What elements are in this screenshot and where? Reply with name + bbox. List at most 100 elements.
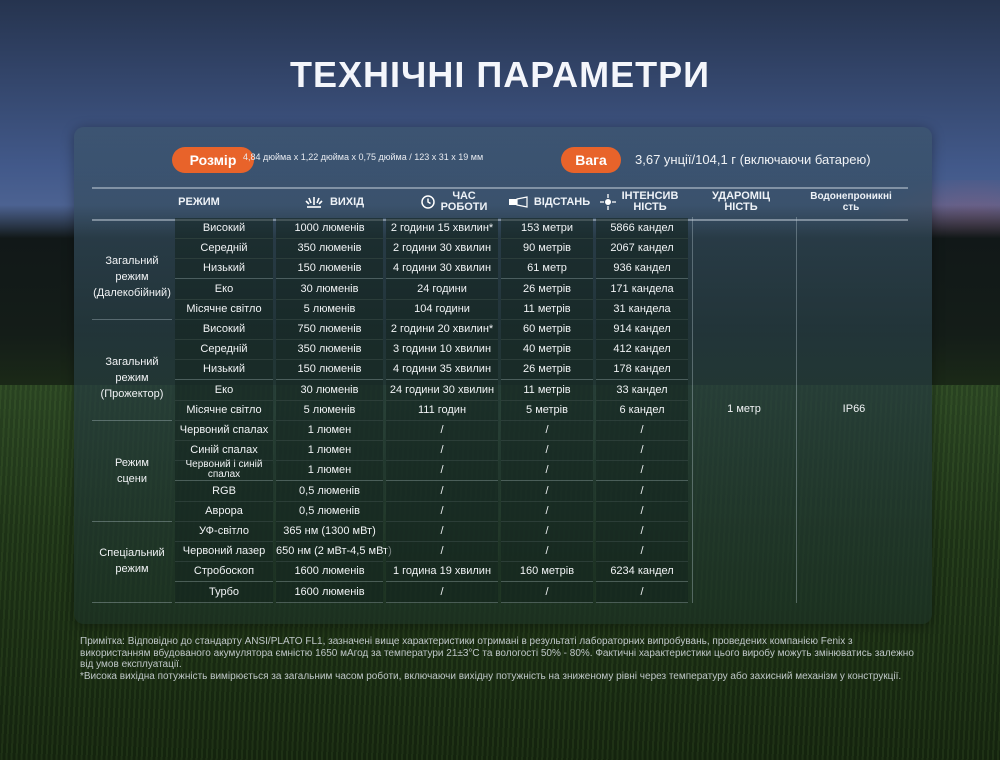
table-cell: Синій спалах [175,440,273,462]
table-cell: 61 метр [501,258,593,280]
table-cell: 2 години 20 хвилин* [386,319,498,340]
table-cell: 914 кандел [596,319,688,340]
footnote-main: Примітка: Відповідно до стандарту ANSI/P… [80,636,914,670]
table-cell: 1600 люменів [276,581,383,603]
table-cell: / [596,581,688,603]
table-cell: / [501,440,593,462]
table-cell: 5 люменів [276,399,383,421]
table-cell: / [501,480,593,502]
table-cell: 171 кандела [596,278,688,300]
table-cell: 1000 люменів [276,218,383,239]
table-cell: 6 кандел [596,399,688,421]
group-label: Спеціальний режим [99,547,165,576]
table-cell: Середній [175,238,273,260]
table-cell: 90 метрів [501,238,593,260]
table-cell: 11 метрів [501,298,593,320]
header-runtime: ЧАС РОБОТИ [399,187,509,217]
table-cell: Турбо [175,581,273,603]
table-cell: / [386,581,498,603]
table-cell: 31 кандела [596,298,688,320]
table-cell: Червоний і синій спалах [175,460,273,482]
table-cell: / [501,541,593,563]
table-cell: / [386,420,498,441]
specs-panel: Розмір 4,84 дюйма x 1,22 дюйма x 0,75 дю… [74,127,932,624]
weight-value: 3,67 унції/104,1 г (включаючи батарею) [635,152,871,167]
table-cell: 1 люмен [276,440,383,462]
table-cell: / [386,541,498,563]
table-cell: / [596,460,688,482]
table-cell: Низький [175,258,273,280]
table-cell: 1 година 19 хвилин [386,561,498,583]
table-cell: 30 люменів [276,379,383,401]
table-cell: 104 години [386,298,498,320]
table-cell: 40 метрів [501,339,593,361]
table-cell: 2 години 15 хвилин* [386,218,498,239]
table-cell: 4 години 30 хвилин [386,258,498,280]
table-cell: 3 години 10 хвилин [386,339,498,361]
table-cell: / [501,460,593,482]
table-cell: 750 люменів [276,319,383,340]
table-cell: 30 люменів [276,278,383,300]
table-cell: 6234 кандел [596,561,688,583]
intensity-icon [599,194,616,210]
table-cell: Червоний спалах [175,420,273,441]
table-cell: 365 нм (1300 мВт) [276,521,383,542]
table-cell: 650 нм (2 мВт-4,5 мВт) [276,541,392,563]
header-intensity: ІНТЕНСИВ НІСТЬ [594,187,684,217]
table-cell: / [501,420,593,441]
table-cell: 26 метрів [501,278,593,300]
table-cell: / [596,480,688,502]
table-cell: УФ-світло [175,521,273,542]
table-cell: / [596,420,688,441]
table-cell: 150 люменів [276,258,383,280]
table-cell: RGB [175,480,273,502]
table-cell: 5866 кандел [596,218,688,239]
table-cell: / [596,521,688,542]
table-cell: 350 люменів [276,238,383,260]
table-cell: / [386,440,498,462]
table-cell: 0,5 люменів [276,480,383,502]
table-cell: Низький [175,359,273,381]
table-cell: Еко [175,379,273,401]
header-output: ВИХІД [279,187,389,217]
page-title: ТЕХНІЧНІ ПАРАМЕТРИ [290,54,710,95]
table-cell: 2 години 30 хвилин [386,238,498,260]
table-cell: / [386,480,498,502]
table-cell: Червоний лазер [175,541,273,563]
table-cell: / [386,500,498,522]
table-cell: / [386,460,498,482]
table-cell: Місячне світло [175,399,273,421]
table-cell: 24 години [386,278,498,300]
table-cell: / [501,500,593,522]
header-waterproof: Водонепроникні сть [810,191,892,213]
waterproof-value: IP66 [842,403,866,415]
table-cell: / [501,521,593,542]
table-cell: 11 метрів [501,379,593,401]
beam-distance-icon [508,196,528,208]
table-cell: 936 кандел [596,258,688,280]
table-cell: 1600 люменів [276,561,383,583]
clock-icon [420,195,435,209]
size-value: 4,84 дюйма x 1,22 дюйма x 0,75 дюйма / 1… [243,152,484,162]
table-cell: 153 метри [501,218,593,239]
table-cell: / [501,581,593,603]
table-cell: 1 люмен [276,420,383,441]
table-cell: / [386,521,498,542]
table-cell: 111 годин [386,399,498,421]
output-icon [305,197,323,208]
header-distance: ВІДСТАНЬ [504,187,594,217]
table-cell: Високий [175,319,273,340]
footnote-asterisk: *Висока вихідна потужність вимірюється з… [80,670,902,682]
group-label: Загальний режим (Прожектор) [100,355,164,400]
table-cell: 5 люменів [276,298,383,320]
table-cell: 160 метрів [501,561,593,583]
table-cell: Стробоскоп [175,561,273,583]
weight-badge: Вага [561,147,621,173]
group-label: Загальний режим (Далекобійний) [93,254,171,299]
header-mode: РЕЖИМ [178,195,220,208]
impact-value: 1 метр [727,403,761,415]
table-cell: 60 метрів [501,319,593,340]
table-cell: 4 години 35 хвилин [386,359,498,381]
table-cell: 33 кандел [596,379,688,401]
table-cell: / [596,440,688,462]
